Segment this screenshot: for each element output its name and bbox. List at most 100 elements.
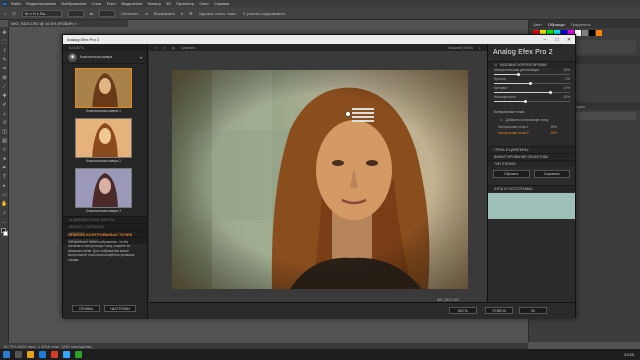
- zoom-tool-icon[interactable]: ⌕: [1, 209, 8, 216]
- blur-tool-icon[interactable]: ◊: [1, 146, 8, 153]
- slider-knob[interactable]: [524, 99, 528, 103]
- maximize-icon[interactable]: □: [551, 37, 563, 43]
- eraser-tool-icon[interactable]: ◫: [1, 128, 8, 135]
- width-field[interactable]: [67, 9, 84, 17]
- menu-text[interactable]: Текст: [106, 1, 116, 6]
- clear-button[interactable]: Очистить: [121, 11, 138, 16]
- ok-button[interactable]: OK: [519, 307, 547, 314]
- brush-button[interactable]: КИСТЬ: [449, 307, 477, 314]
- app2-icon[interactable]: [75, 351, 82, 358]
- lens-vignette-section[interactable]: ВИНЬЕТИРОВАНИЕ ОБЪЕКТИВА: [488, 153, 575, 160]
- swap-icon[interactable]: ⇄: [90, 11, 93, 16]
- chevron-down-icon[interactable]: ▾: [140, 55, 142, 60]
- cancel-button[interactable]: ОТМЕНА: [485, 307, 513, 314]
- app-icon[interactable]: [51, 351, 58, 358]
- loupe-histogram-section[interactable]: ЛУПА И ГИСТОГРАММА: [488, 185, 575, 192]
- slider-track[interactable]: [494, 90, 570, 94]
- straighten-button[interactable]: Выпрямить: [154, 11, 175, 16]
- preset-image-2[interactable]: [75, 118, 132, 158]
- gradient-tool-icon[interactable]: ▤: [1, 137, 8, 144]
- film-type-section[interactable]: ТИП ПЛЕНКИ: [488, 160, 575, 167]
- delete-cropped-checkbox[interactable]: Удалить отсеч. пикс.: [199, 11, 237, 16]
- close-icon[interactable]: ✕: [563, 37, 575, 43]
- menu-image[interactable]: Изображение: [61, 1, 86, 6]
- settings-button[interactable]: НАСТРОЙКИ: [104, 305, 136, 312]
- slider-knob[interactable]: [548, 90, 552, 94]
- path-select-icon[interactable]: ▸: [1, 182, 8, 189]
- menu-file[interactable]: Файл: [11, 1, 21, 6]
- preset-thumb-3[interactable]: Классическая камера 3: [75, 168, 132, 214]
- straighten-icon[interactable]: ⊿: [145, 11, 148, 16]
- category-row[interactable]: ◉ Классическая камера ▾: [63, 51, 147, 64]
- crop-tool-icon[interactable]: ⌗: [1, 65, 8, 72]
- color-swatch[interactable]: [589, 30, 595, 36]
- slider-track[interactable]: [494, 72, 570, 76]
- dodge-tool-icon[interactable]: ●: [1, 155, 8, 162]
- slider-row[interactable]: Насыщенность -15%: [488, 95, 575, 104]
- zoom-select[interactable]: Масштаб (100%): [448, 46, 473, 50]
- camera-section-header[interactable]: КАМЕРА: [63, 44, 147, 51]
- add-control-point-button[interactable]: ⊙ Добавить контрольную точку: [488, 115, 575, 124]
- help-button[interactable]: СПРАВКА: [72, 305, 100, 312]
- slider-row[interactable]: Яркость -2%: [488, 77, 575, 86]
- marquee-tool-icon[interactable]: ⬚: [1, 38, 8, 45]
- tab-gradients[interactable]: Градиенты: [571, 22, 591, 27]
- move-tool-icon[interactable]: ✥: [1, 29, 8, 36]
- shape-tool-icon[interactable]: ▭: [1, 191, 8, 198]
- eyedropper-tool-icon[interactable]: ⁄: [1, 83, 8, 90]
- frame-tool-icon[interactable]: ⊠: [1, 74, 8, 81]
- slider-knob[interactable]: [528, 81, 532, 85]
- basic-adjustments-header[interactable]: ☑ БАЗОВЫЕ КОРРЕКТИРОВКИ: [488, 61, 575, 68]
- tab-swatches[interactable]: Образцы: [548, 22, 565, 27]
- slider-knob[interactable]: [516, 72, 520, 76]
- explorer-icon[interactable]: [27, 351, 34, 358]
- gear-icon[interactable]: ⚙: [189, 11, 193, 16]
- height-field[interactable]: [99, 9, 116, 17]
- background-color-swatch[interactable]: [3, 231, 8, 236]
- ratio-select[interactable]: W x H x Ra...: [21, 9, 62, 17]
- type-tool-icon[interactable]: T: [1, 173, 8, 180]
- compare-button[interactable]: Сравнить: [181, 46, 195, 50]
- reset-button[interactable]: Сбросить: [493, 170, 530, 178]
- more-tools-icon[interactable]: …: [1, 218, 8, 225]
- menu-3d[interactable]: 3D: [166, 1, 171, 6]
- preview-photo[interactable]: [172, 70, 468, 289]
- stamp-tool-icon[interactable]: ⊥: [1, 110, 8, 117]
- dirt-scratches-section[interactable]: ГРЯЗЬ И ЦАРАПИНЫ: [488, 146, 575, 153]
- slider-track[interactable]: [494, 81, 570, 85]
- menu-layers[interactable]: Слои: [92, 1, 102, 6]
- home-icon[interactable]: ⌂: [4, 11, 6, 16]
- single-view-icon[interactable]: ▭: [154, 46, 157, 50]
- brush-tool-icon[interactable]: ✐: [1, 101, 8, 108]
- lasso-tool-icon[interactable]: ℓ: [1, 47, 8, 54]
- windows-start-icon[interactable]: [3, 351, 10, 358]
- menu-window[interactable]: Окно: [199, 1, 208, 6]
- preset-image-1[interactable]: [75, 68, 132, 108]
- save-button[interactable]: Сохранить: [533, 170, 570, 178]
- color-swatch[interactable]: [596, 30, 602, 36]
- side-by-side-icon[interactable]: ▥: [172, 46, 175, 50]
- menu-select[interactable]: Выделение: [121, 1, 142, 6]
- minimize-icon[interactable]: –: [539, 37, 551, 43]
- slider-row[interactable]: Мелкопленочная детализация 32%: [488, 68, 575, 77]
- control-point-row-2[interactable]: Контрольная точка 2 25%: [488, 130, 575, 136]
- slider-track[interactable]: [494, 99, 570, 103]
- color-swatch[interactable]: [582, 30, 588, 36]
- crop-tool-icon[interactable]: ⊡: [12, 11, 15, 16]
- healing-tool-icon[interactable]: ✚: [1, 92, 8, 99]
- split-view-icon[interactable]: ◫: [163, 46, 166, 50]
- grid-icon[interactable]: #: [181, 11, 183, 16]
- checkbox-icon[interactable]: ☑: [494, 63, 497, 67]
- edge-icon[interactable]: [39, 351, 46, 358]
- document-tab[interactable]: IMG_9323.CR2 @ 16,6% (RGB/8*) ×: [8, 20, 128, 27]
- content-aware-checkbox[interactable]: С учетом содержимого: [243, 11, 286, 16]
- hand-tool-icon[interactable]: ✋: [1, 200, 8, 207]
- background-toggle-icon[interactable]: ◐: [479, 46, 481, 50]
- menu-edit[interactable]: Редактирование: [26, 1, 56, 6]
- menu-filter[interactable]: Фильтр: [148, 1, 161, 6]
- pen-tool-icon[interactable]: ✒: [1, 164, 8, 171]
- preset-thumb-2[interactable]: Классическая камера 2: [75, 118, 132, 164]
- preset-image-3[interactable]: [75, 168, 132, 208]
- history-brush-icon[interactable]: ↺: [1, 119, 8, 126]
- slider-row[interactable]: Контраст 47%: [488, 86, 575, 95]
